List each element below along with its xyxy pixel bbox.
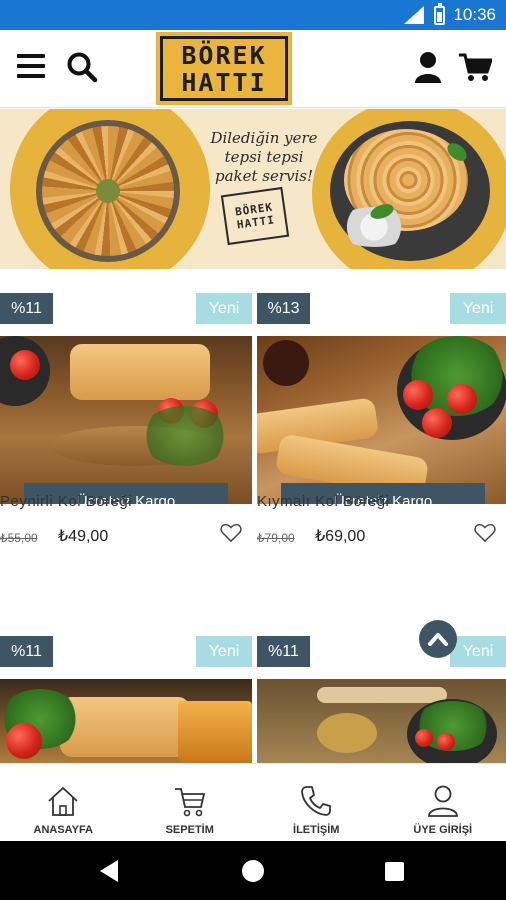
status-bar: LTE 10:36 <box>0 0 506 30</box>
old-price: ₺79,00 <box>257 531 295 545</box>
nav-cart[interactable]: SEPETİM <box>127 764 254 841</box>
nav-login-label: ÜYE GİRİŞİ <box>413 824 473 836</box>
nav-home-label: ANASAYFA <box>33 824 94 836</box>
new-badge: Yeni <box>196 293 252 324</box>
product-card[interactable]: %11 Yeni <box>257 612 506 763</box>
nav-cart-label: SEPETİM <box>165 824 214 836</box>
banner-slogan-line-3: paket servis! <box>214 167 314 185</box>
search-icon[interactable] <box>66 51 98 83</box>
product-card[interactable]: %11 Yeni <box>0 612 252 763</box>
phone-icon <box>301 786 332 816</box>
product-image[interactable] <box>257 679 506 763</box>
back-icon[interactable] <box>100 860 118 882</box>
product-name[interactable]: Peynirli Kol Böreği <box>0 493 132 510</box>
user-icon <box>427 785 458 817</box>
new-badge: Yeni <box>196 636 252 667</box>
nav-home[interactable]: ANASAYFA <box>0 764 127 841</box>
nav-login[interactable]: ÜYE GİRİŞİ <box>380 764 506 841</box>
heart-icon[interactable] <box>474 523 496 543</box>
borek-plate-image <box>330 121 490 261</box>
signal-icon: LTE <box>402 4 426 24</box>
product-image[interactable]: Ücretsiz Kargo <box>0 336 252 504</box>
nav-contact[interactable]: İLETİŞİM <box>253 764 380 841</box>
new-badge: Yeni <box>450 293 506 324</box>
price: ₺49,00 <box>58 528 109 545</box>
discount-badge: %11 <box>0 636 53 667</box>
menu-icon[interactable] <box>17 54 45 78</box>
discount-badge: %11 <box>0 293 53 324</box>
banner-slogan-line-1: Dilediğin yere <box>210 129 318 147</box>
bottom-navigation: ANASAYFA SEPETİM İLETİŞİM ÜYE GİRİŞİ <box>0 763 506 841</box>
banner-slogan-line-2: tepsi tepsi <box>224 148 304 166</box>
recents-icon[interactable] <box>385 862 404 881</box>
home-icon <box>48 786 78 816</box>
cart-icon[interactable] <box>458 52 492 82</box>
battery-icon <box>434 2 446 25</box>
promo-banner[interactable]: Dilediğin yere tepsi tepsi paket servis!… <box>0 109 506 269</box>
product-name[interactable]: Kıymalı Kol Böreği <box>257 493 389 510</box>
discount-badge: %13 <box>257 293 310 324</box>
product-image[interactable] <box>0 679 252 763</box>
nav-contact-label: İLETİŞİM <box>293 824 340 836</box>
home-circle-icon[interactable] <box>242 860 264 882</box>
heart-icon[interactable] <box>220 523 242 543</box>
price: ₺69,00 <box>315 528 366 545</box>
banner-logo: BÖREK HATTI <box>220 186 290 246</box>
banner-slogan: Dilediğin yere tepsi tepsi paket servis! <box>204 129 324 186</box>
baklava-tray-image <box>36 120 180 262</box>
clock: 10:36 <box>453 5 496 24</box>
product-image[interactable]: Ücretsiz Kargo <box>257 336 506 504</box>
system-navigation-bar <box>0 841 506 900</box>
app-header: BÖREK HATTI <box>0 30 506 108</box>
cart-icon <box>174 788 205 817</box>
network-label: LTE <box>402 4 419 14</box>
scroll-to-top-button[interactable] <box>419 620 457 658</box>
old-price: ₺55,00 <box>0 531 38 545</box>
logo-line-2: HATTI <box>181 67 267 97</box>
discount-badge: %11 <box>257 636 310 667</box>
new-badge: Yeni <box>450 636 506 667</box>
product-card[interactable]: %13 Yeni Ücretsiz Kargo Kıymalı Kol Böre… <box>257 269 506 599</box>
product-card[interactable]: %11 Yeni Ücretsiz Kargo Peynirli Kol Bör… <box>0 269 252 599</box>
user-icon[interactable] <box>414 51 442 83</box>
brand-logo[interactable]: BÖREK HATTI <box>156 32 292 105</box>
logo-line-1: BÖREK <box>181 40 267 70</box>
chevron-up-icon <box>428 633 448 646</box>
